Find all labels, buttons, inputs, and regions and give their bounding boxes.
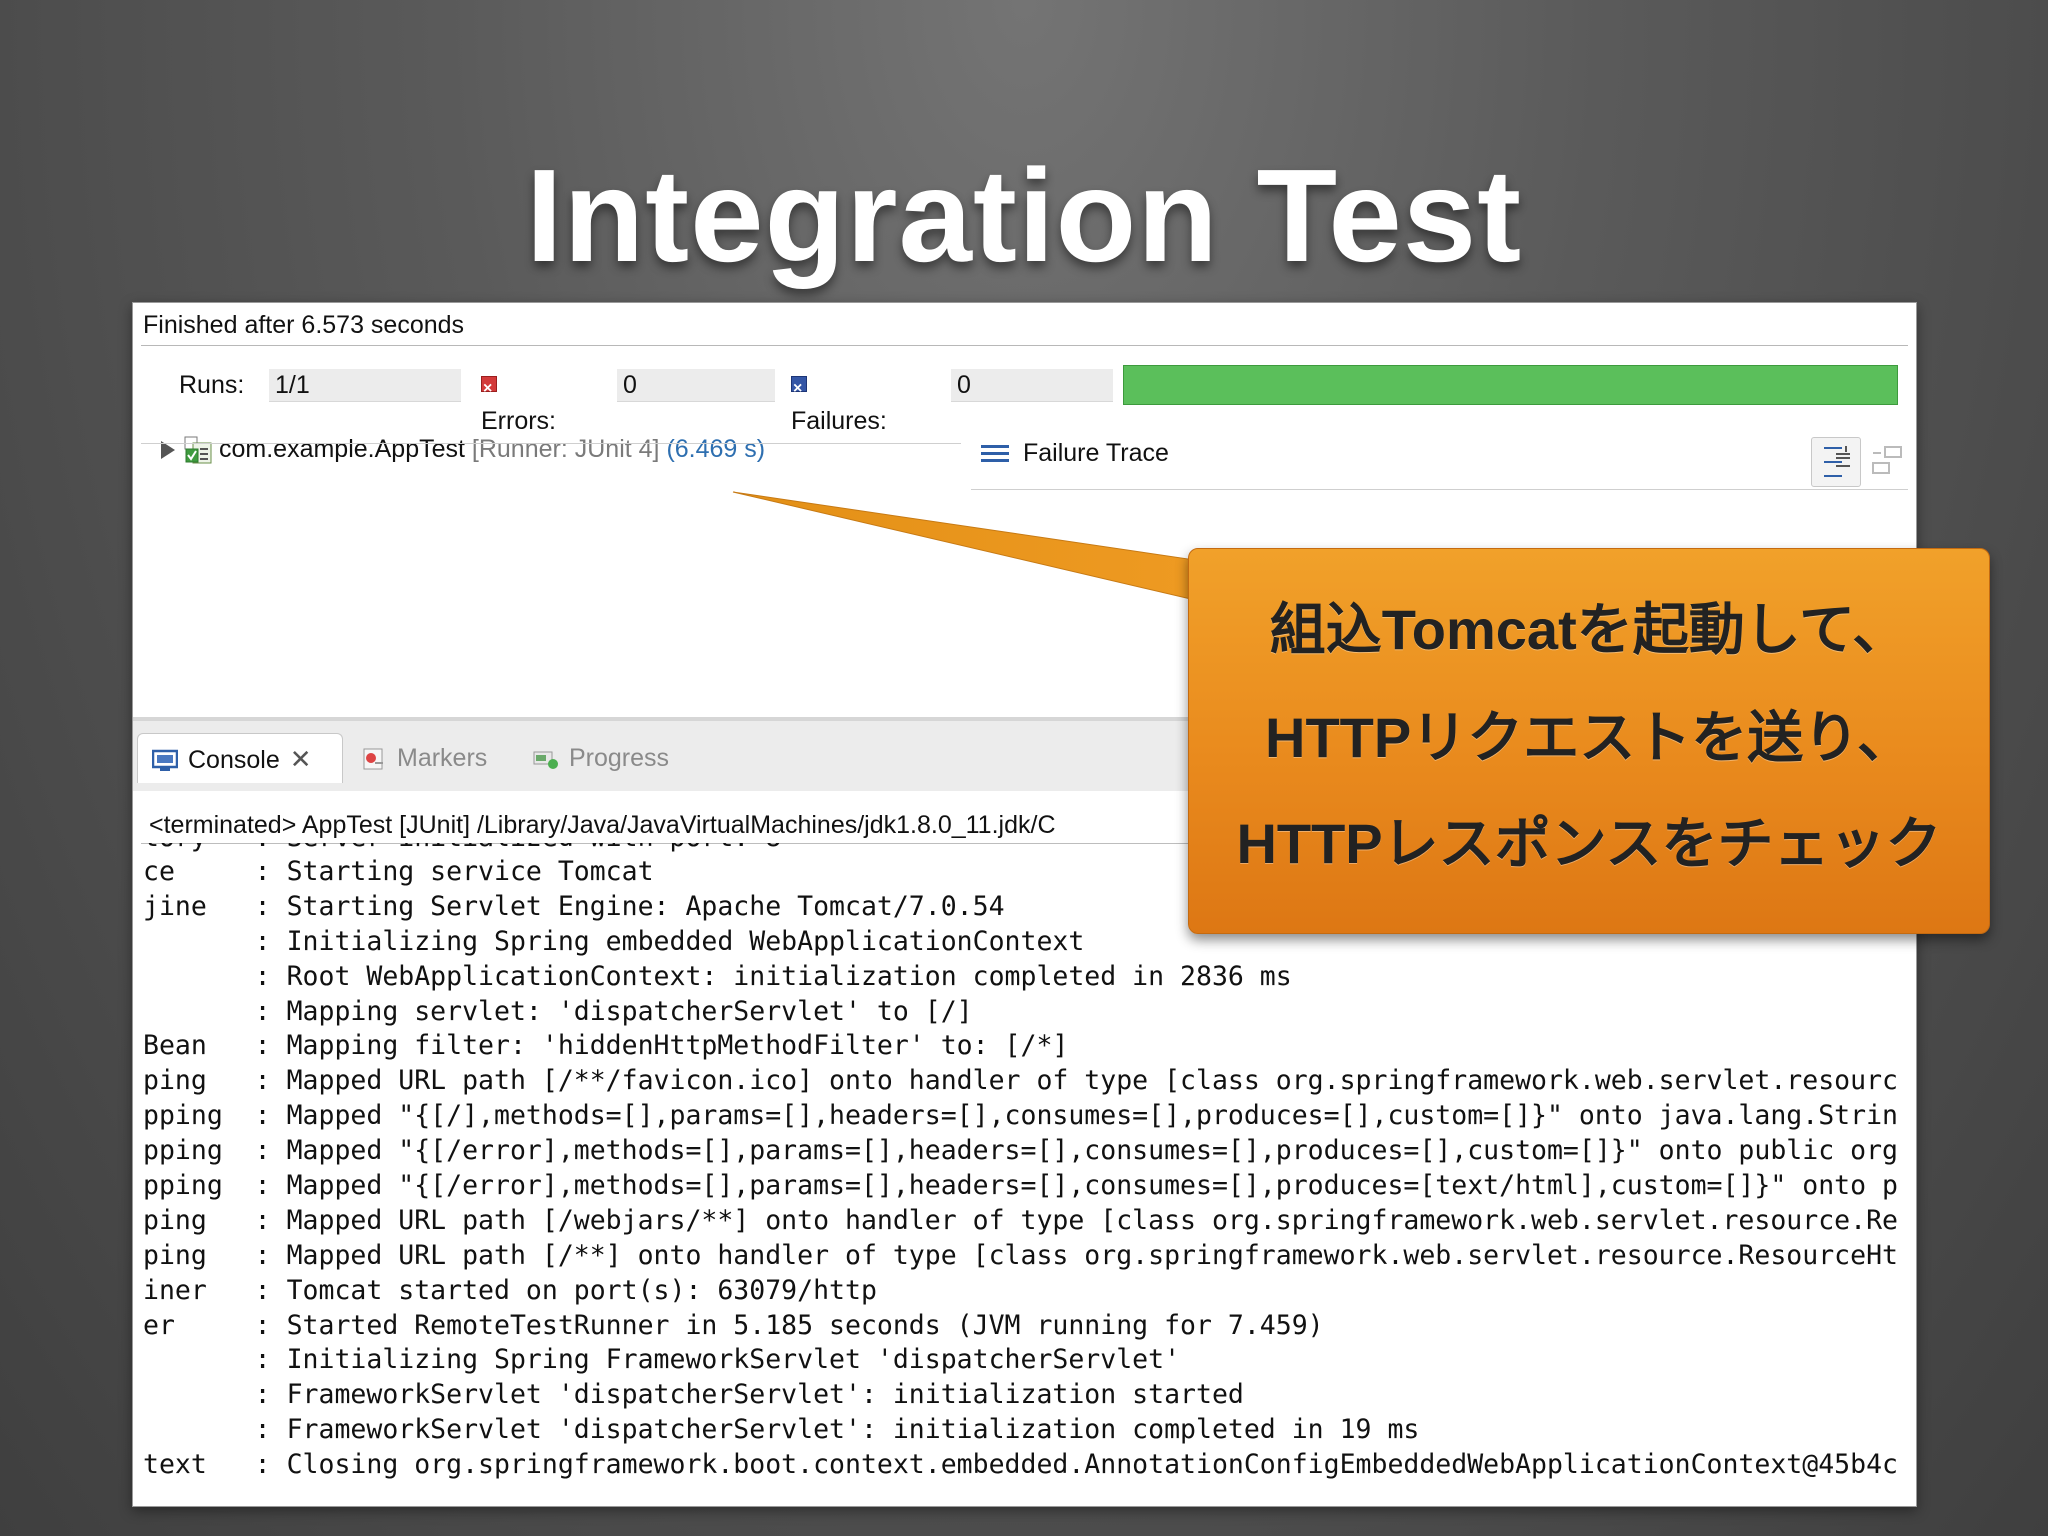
- console-line: pping : Mapped "{[/error],methods=[],par…: [143, 1135, 1898, 1167]
- filter-stack-trace-button[interactable]: [1811, 437, 1861, 487]
- failure-trace-header: Failure Trace: [981, 439, 1169, 468]
- console-line: : FrameworkServlet 'dispatcherServlet': …: [143, 1379, 1244, 1411]
- console-lines: ce : Starting service Tomcat jine : Star…: [143, 855, 1916, 1483]
- callout-line: HTTPレスポンスをチェック: [1236, 812, 1942, 875]
- divider: [971, 489, 1908, 490]
- console-line: pping : Mapped "{[/],methods=[],params=[…: [143, 1100, 1898, 1132]
- test-tree-item[interactable]: com.example.AppTest [Runner: JUnit 4] (6…: [161, 435, 765, 465]
- error-icon: [481, 371, 497, 407]
- console-output[interactable]: tory : Server initialized with port: 8 c…: [143, 843, 1916, 1493]
- tab-markers[interactable]: Markers: [361, 733, 487, 783]
- errors-counter: Errors: 0: [481, 367, 775, 435]
- divider: [141, 345, 1908, 346]
- failures-label: Failures:: [791, 407, 887, 435]
- tab-console[interactable]: Console ✕: [137, 733, 343, 783]
- callout-line: 組込Tomcatを起動して、: [1269, 598, 1909, 661]
- console-line: text : Closing org.springframework.boot.…: [143, 1449, 1898, 1481]
- console-line: : Root WebApplicationContext: initializa…: [143, 960, 1292, 992]
- console-line: : Mapping servlet: 'dispatcherServlet' t…: [143, 995, 973, 1027]
- console-line: : FrameworkServlet 'dispatcherServlet': …: [143, 1414, 1420, 1446]
- failure-trace-label: Failure Trace: [1023, 439, 1169, 467]
- filter-stack-icon: [1824, 446, 1850, 477]
- tab-markers-label: Markers: [397, 744, 488, 772]
- tab-progress[interactable]: Progress: [533, 733, 669, 783]
- compare-result-button[interactable]: [1869, 443, 1905, 479]
- callout-box: 組込Tomcatを起動して、 HTTPリクエストを送り、 HTTPレスポンスをチ…: [1188, 548, 1990, 934]
- runs-value: 1/1: [269, 369, 461, 402]
- failure-icon: [791, 371, 807, 407]
- tab-progress-label: Progress: [569, 744, 670, 772]
- tab-console-label: Console: [188, 746, 280, 774]
- test-class-name: com.example.AppTest: [219, 435, 465, 463]
- console-description: <terminated> AppTest [JUnit] /Library/Ja…: [149, 811, 1056, 839]
- test-elapsed: (6.469 s): [666, 435, 766, 463]
- slide-title: Integration Test: [525, 142, 1523, 289]
- markers-icon: [363, 748, 383, 770]
- divider: [141, 443, 961, 444]
- progress-icon: [533, 751, 558, 770]
- console-line: : Initializing Spring FrameworkServlet '…: [143, 1344, 1181, 1376]
- test-suite-icon: [184, 436, 212, 464]
- test-progress-bar: [1123, 365, 1898, 405]
- runs-counter: Runs: 1/1: [179, 367, 461, 403]
- console-line: pping : Mapped "{[/error],methods=[],par…: [143, 1170, 1898, 1202]
- failures-value: 0: [951, 369, 1113, 402]
- close-icon[interactable]: ✕: [290, 744, 312, 774]
- runs-label: Runs:: [179, 371, 245, 399]
- test-runner: [Runner: JUnit 4]: [471, 435, 660, 463]
- failures-counter: Failures: 0: [791, 367, 1113, 435]
- expand-arrow-icon[interactable]: [161, 441, 175, 460]
- console-line: ping : Mapped URL path [/**/favicon.ico]…: [143, 1065, 1898, 1097]
- console-line: iner : Tomcat started on port(s): 63079/…: [143, 1274, 877, 1306]
- callout-line: HTTPリクエストを送り、: [1265, 706, 1913, 769]
- console-line: er : Started RemoteTestRunner in 5.185 s…: [143, 1309, 1324, 1341]
- console-icon: [152, 750, 178, 772]
- console-line: ping : Mapped URL path [/webjars/**] ont…: [143, 1204, 1898, 1236]
- compare-icon: [1872, 446, 1902, 474]
- errors-value: 0: [617, 369, 775, 402]
- stack-trace-icon: [981, 445, 1009, 463]
- junit-status: Finished after 6.573 seconds: [143, 311, 465, 339]
- console-line: Bean : Mapping filter: 'hiddenHttpMethod…: [143, 1030, 1069, 1062]
- errors-label: Errors:: [481, 407, 556, 435]
- console-line: ping : Mapped URL path [/**] onto handle…: [143, 1239, 1898, 1271]
